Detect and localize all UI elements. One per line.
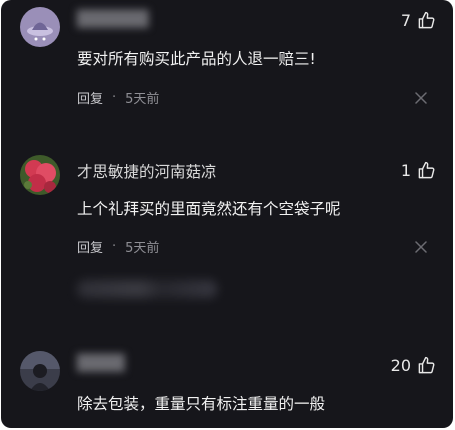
timestamp: 5天前 <box>125 241 160 256</box>
comment-text: 要对所有购买此产品的人退一赔三! <box>77 50 316 68</box>
like-count: 20 <box>390 356 411 375</box>
like-button[interactable]: 1 <box>401 161 436 180</box>
like-count: 7 <box>400 11 411 30</box>
close-icon[interactable] <box>415 241 427 253</box>
like-button[interactable]: 20 <box>391 356 436 375</box>
comment-text: 上个礼拜买的里面竟然还有个空袋子呢 <box>77 200 341 218</box>
reply-button[interactable]: 回复 <box>77 237 103 256</box>
comment-meta: 回复 · 5天前 <box>77 237 159 256</box>
username[interactable]: 才思敏捷的河南菇凉 <box>77 160 217 182</box>
comment-meta: 回复 · 5天前 <box>77 88 159 107</box>
timestamp: 5天前 <box>125 92 160 107</box>
username[interactable]: ████ <box>77 354 125 372</box>
username[interactable]: ██████ <box>77 10 149 28</box>
thumbs-up-icon[interactable] <box>417 161 436 180</box>
separator-dot: · <box>112 90 117 105</box>
avatar[interactable] <box>20 155 60 195</box>
comment-list: ██████ 7 要对所有购买此产品的人退一赔三! 回复 · 5天前 才思敏捷的… <box>1 0 453 428</box>
like-button[interactable]: 7 <box>401 11 436 30</box>
blurred-reply-preview <box>77 280 217 298</box>
separator-dot: · <box>112 239 117 254</box>
like-count: 1 <box>400 161 411 180</box>
thumbs-up-icon[interactable] <box>417 11 436 30</box>
comment-text: 除去包装，重量只有标注重量的一般 <box>77 395 326 413</box>
avatar[interactable] <box>20 351 60 391</box>
thumbs-up-icon[interactable] <box>417 356 436 375</box>
avatar[interactable] <box>20 7 60 47</box>
close-icon[interactable] <box>415 92 427 104</box>
reply-button[interactable]: 回复 <box>77 88 103 107</box>
